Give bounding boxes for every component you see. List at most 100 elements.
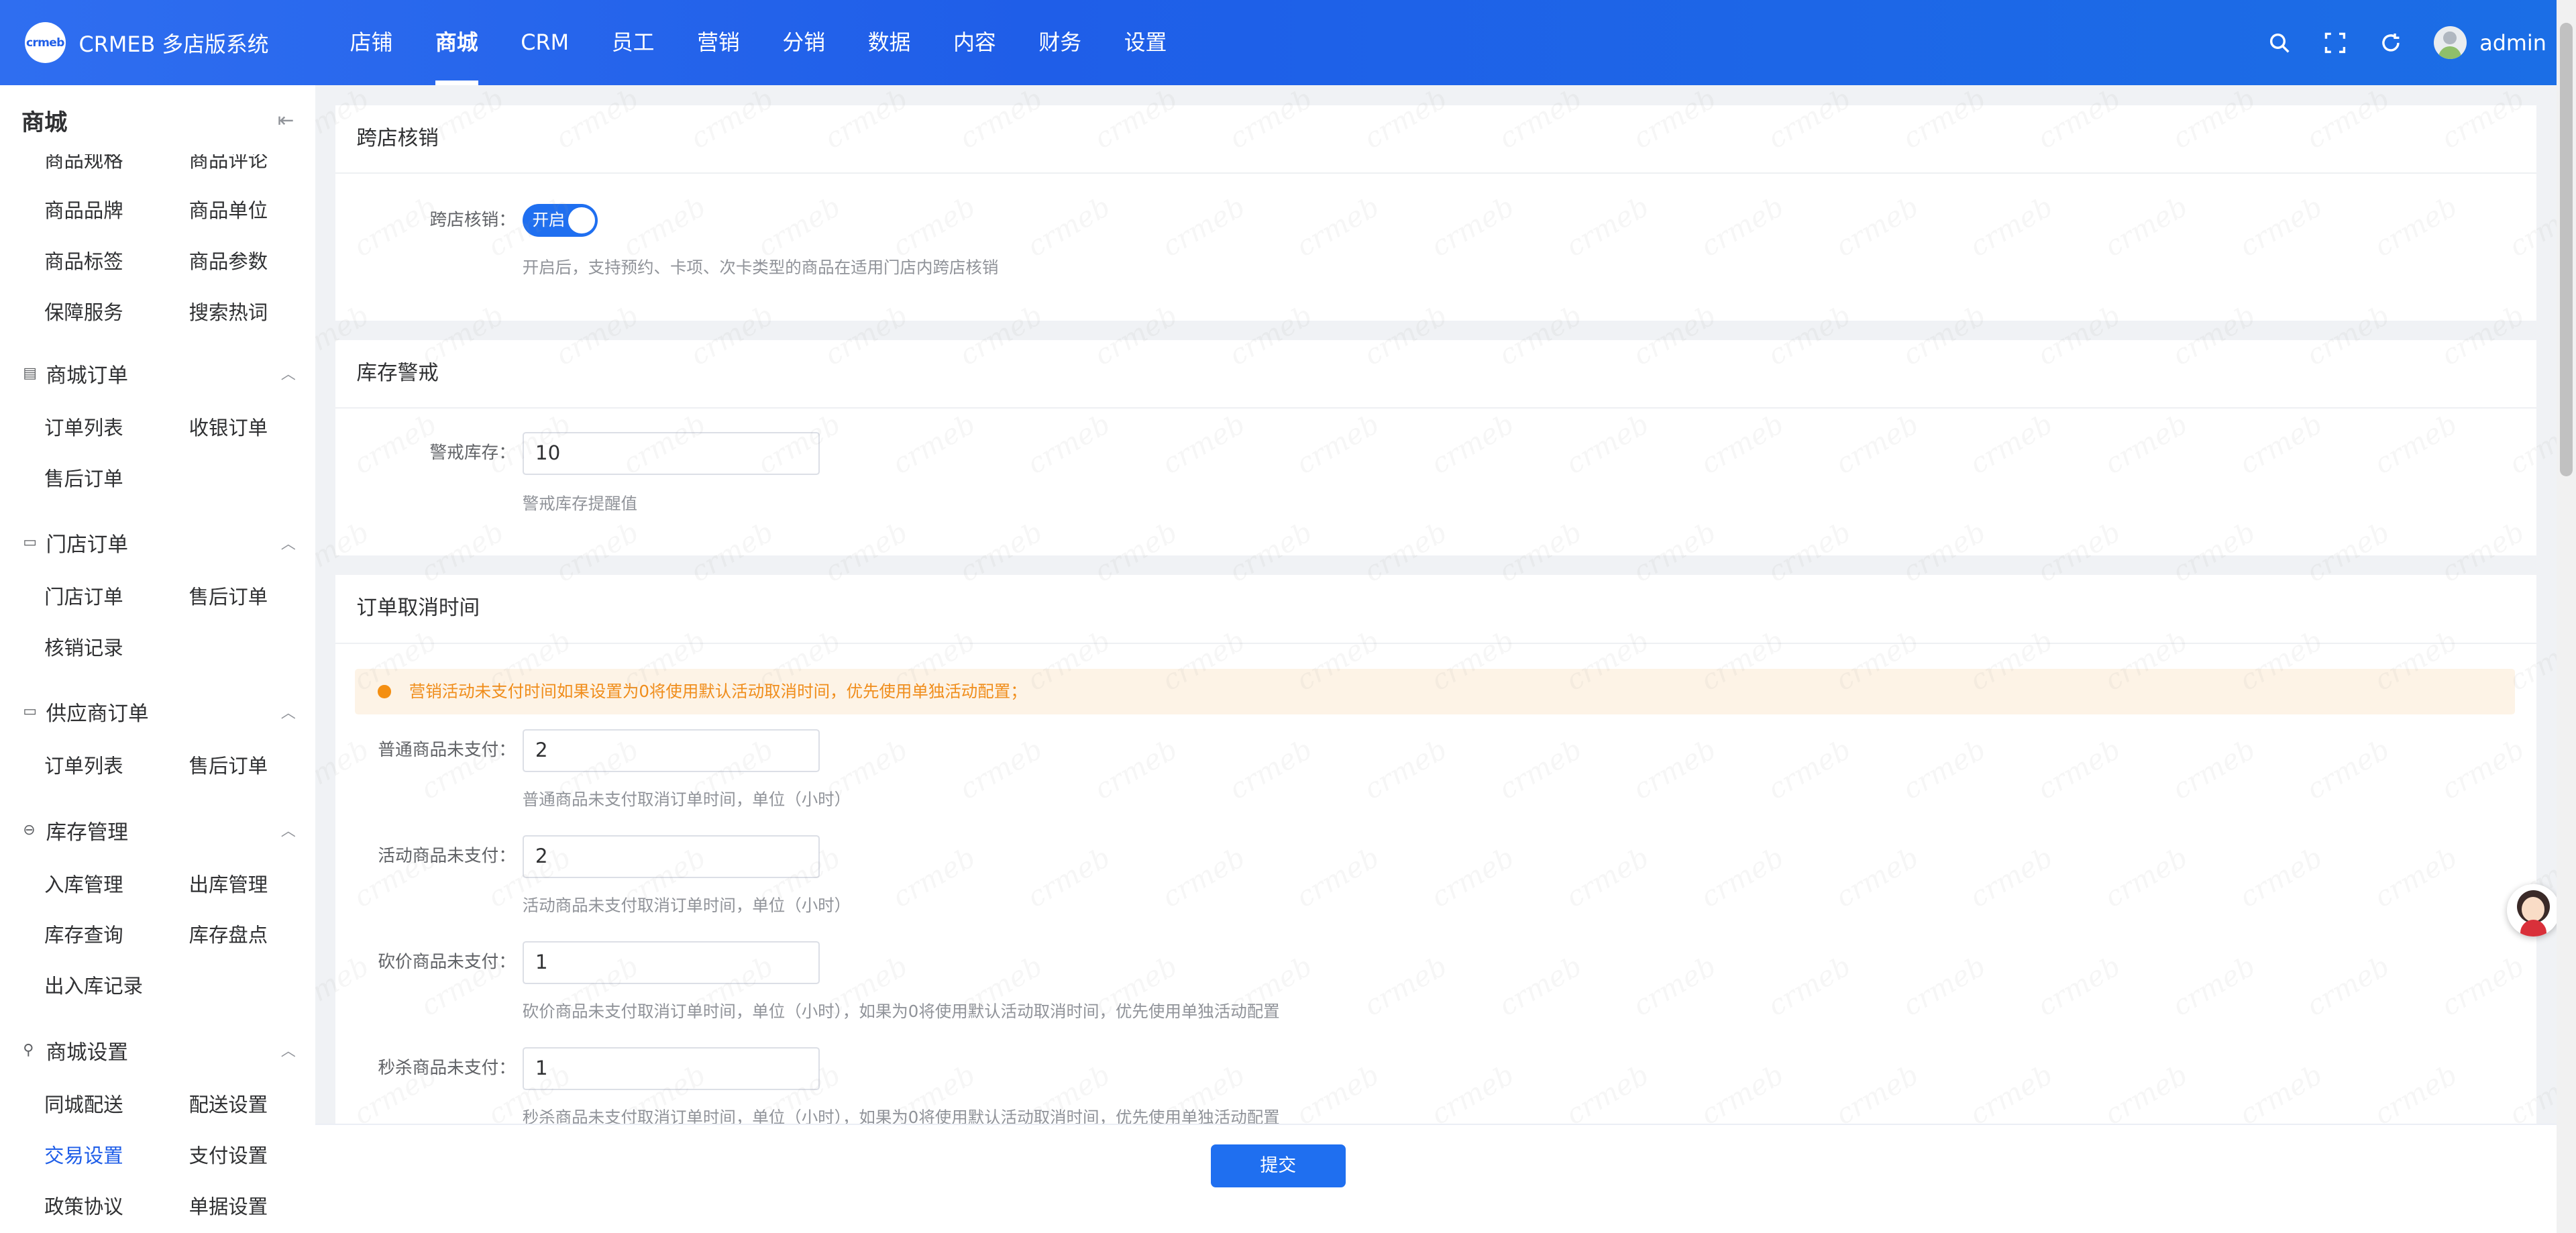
sidebar-item[interactable]: 核销记录: [44, 633, 123, 661]
sidebar-item[interactable]: 订单列表: [44, 751, 123, 779]
sidebar-item[interactable]: 政策协议: [44, 1191, 123, 1220]
chevron-up-icon: ︿: [280, 704, 296, 722]
sidebar-item[interactable]: 库存盘点: [189, 920, 268, 948]
app-logo[interactable]: crmeb CRMEB 多店版系统: [24, 22, 304, 64]
chevron-up-icon: ︿: [280, 823, 296, 841]
nav-item[interactable]: CRM: [499, 0, 590, 85]
field-label: 普通商品未支付：: [378, 740, 516, 761]
card-title: 跨店核销: [335, 105, 2537, 174]
stock-alert-card: 库存警戒 警戒库存： 10 警戒库存提醒值: [335, 339, 2537, 555]
nav-item[interactable]: 内容: [932, 0, 1017, 85]
window-icon: ▭: [23, 534, 38, 551]
sidebar-item[interactable]: 售后订单: [44, 464, 123, 492]
logo-mark: crmeb: [24, 22, 66, 64]
notice-alert: 营销活动未支付时间如果设置为0将使用默认活动取消时间，优先使用单独活动配置；: [354, 668, 2516, 715]
cross-store-card: 跨店核销 跨店核销： 开启 开启后，支持预约、卡项、次卡类型的商品在适用门店内跨…: [335, 105, 2537, 321]
collapse-icon[interactable]: ⇤: [278, 109, 294, 131]
app-title: CRMEB 多店版系统: [78, 31, 269, 57]
sidebar-item[interactable]: 商品参数: [189, 246, 268, 274]
chevron-up-icon: ︿: [280, 366, 296, 384]
sidebar-item[interactable]: 入库管理: [44, 869, 123, 898]
nav-item[interactable]: 分销: [761, 0, 847, 85]
sidebar-item[interactable]: 同城配送: [44, 1089, 123, 1118]
chevron-up-icon: ︿: [280, 535, 296, 553]
nav-item[interactable]: 数据: [847, 0, 932, 85]
field-hint: 警戒库存提醒值: [522, 494, 638, 514]
field-label: 砍价商品未支付：: [378, 952, 516, 973]
sidebar-item[interactable]: 门店订单: [44, 582, 123, 610]
sidebar-item[interactable]: 商品品牌: [44, 195, 123, 223]
sidebar-group-label: 门店订单: [46, 533, 128, 557]
sidebar-title: 商城: [21, 109, 68, 136]
window-icon: ▭: [23, 703, 38, 720]
sidebar-item[interactable]: 单据设置: [189, 1191, 268, 1220]
box-icon: ⊖: [23, 821, 36, 839]
unpaid-hours-input[interactable]: 1: [522, 941, 820, 984]
nav-item[interactable]: 营销: [676, 0, 761, 85]
avatar[interactable]: [2433, 26, 2467, 60]
main-content: 跨店核销 跨店核销： 开启 开启后，支持预约、卡项、次卡类型的商品在适用门店内跨…: [315, 85, 2557, 1233]
sidebar-item[interactable]: 支付设置: [189, 1140, 268, 1169]
field-label: 警戒库存：: [429, 443, 516, 464]
stock-alert-input[interactable]: 10: [522, 432, 820, 475]
chevron-up-icon: ︿: [280, 1043, 296, 1061]
sidebar-group[interactable]: ⊖ 库存管理 ︿: [23, 815, 296, 845]
nav-item[interactable]: 商城: [414, 0, 499, 86]
switch-knob: [568, 207, 595, 233]
field-label: 秒杀商品未支付：: [378, 1058, 516, 1079]
sidebar-group-label: 商城订单: [46, 364, 128, 388]
sidebar-item[interactable]: 售后订单: [189, 582, 268, 610]
field-label: 活动商品未支付：: [378, 846, 516, 867]
nav-item[interactable]: 设置: [1103, 0, 1188, 85]
sidebar-group-label: 供应商订单: [46, 702, 149, 727]
sidebar-item[interactable]: 配送设置: [189, 1089, 268, 1118]
header-actions: admin: [2237, 0, 2546, 85]
field-hint: 开启后，支持预约、卡项、次卡类型的商品在适用门店内跨店核销: [522, 257, 999, 277]
field-label: 跨店核销：: [429, 209, 516, 230]
sidebar-item[interactable]: 商品标签: [44, 246, 123, 274]
scrollbar-thumb[interactable]: [2559, 23, 2573, 477]
sidebar-group[interactable]: ▤ 商城订单 ︿: [23, 358, 296, 388]
wrench-icon: ⚲: [23, 1041, 34, 1059]
unpaid-hours-input[interactable]: 1: [522, 1047, 820, 1090]
username[interactable]: admin: [2479, 30, 2546, 56]
unpaid-hours-input[interactable]: 2: [522, 729, 820, 773]
sidebar-group-label: 库存管理: [46, 820, 128, 845]
fullscreen-icon[interactable]: [2322, 30, 2348, 56]
switch-label: 开启: [532, 209, 566, 229]
sidebar-item[interactable]: 出入库记录: [44, 971, 143, 999]
sidebar-item[interactable]: 订单列表: [44, 413, 123, 441]
customer-service-icon[interactable]: [2507, 883, 2560, 936]
card-title: 订单取消时间: [335, 575, 2537, 644]
sidebar-item[interactable]: 商品单位: [189, 195, 268, 223]
sidebar-group[interactable]: ⚲ 商城设置 ︿: [23, 1035, 296, 1065]
alert-text: 营销活动未支付时间如果设置为0将使用默认活动取消时间，优先使用单独活动配置；: [409, 681, 1027, 701]
sidebar-group[interactable]: ▭ 供应商订单 ︿: [23, 696, 296, 727]
top-nav: 店铺 商城 CRM 员工 营销 分销 数据 内容 财务 设置: [329, 0, 1188, 86]
sidebar-item[interactable]: 收银订单: [189, 413, 268, 441]
field-hint: 活动商品未支付取消订单时间，单位（小时）: [522, 896, 851, 915]
nav-item[interactable]: 店铺: [329, 0, 414, 85]
top-header: crmeb CRMEB 多店版系统 店铺 商城 CRM 员工 营销 分销 数据 内容 财务 设置 …: [0, 0, 2576, 86]
sidebar-item[interactable]: 搜索热词: [189, 297, 268, 325]
nav-item[interactable]: 财务: [1018, 0, 1103, 85]
cross-store-switch[interactable]: 开启: [522, 203, 598, 237]
sidebar-group-label: 商城设置: [46, 1040, 128, 1065]
unpaid-hours-input[interactable]: 2: [522, 835, 820, 878]
sidebar-item[interactable]: 出库管理: [189, 869, 268, 898]
submit-button[interactable]: 提交: [1210, 1144, 1346, 1188]
nav-item[interactable]: 员工: [590, 0, 676, 85]
refresh-icon[interactable]: [2377, 30, 2404, 56]
warning-dot-icon: [378, 685, 391, 698]
search-icon[interactable]: [2266, 30, 2292, 56]
card-title: 库存警戒: [335, 340, 2537, 409]
sidebar-item[interactable]: 交易设置: [44, 1140, 123, 1169]
footer-bar: 提交: [315, 1124, 2557, 1233]
sidebar: 商城 ⇤ 商品规格 商品评论 商品品牌 商品单位 商品标签 商品参数 保障服务 搜索热词 ▤ 商城…: [0, 85, 316, 1233]
field-hint: 砍价商品未支付取消订单时间，单位（小时），如果为0将使用默认活动取消时间，优先使…: [522, 1001, 1280, 1021]
field-hint: 普通商品未支付取消订单时间，单位（小时）: [522, 790, 851, 810]
sidebar-item[interactable]: 库存查询: [44, 920, 123, 948]
sidebar-item[interactable]: 保障服务: [44, 297, 123, 325]
sidebar-item[interactable]: 售后订单: [189, 751, 268, 779]
sidebar-group[interactable]: ▭ 门店订单 ︿: [23, 527, 296, 557]
